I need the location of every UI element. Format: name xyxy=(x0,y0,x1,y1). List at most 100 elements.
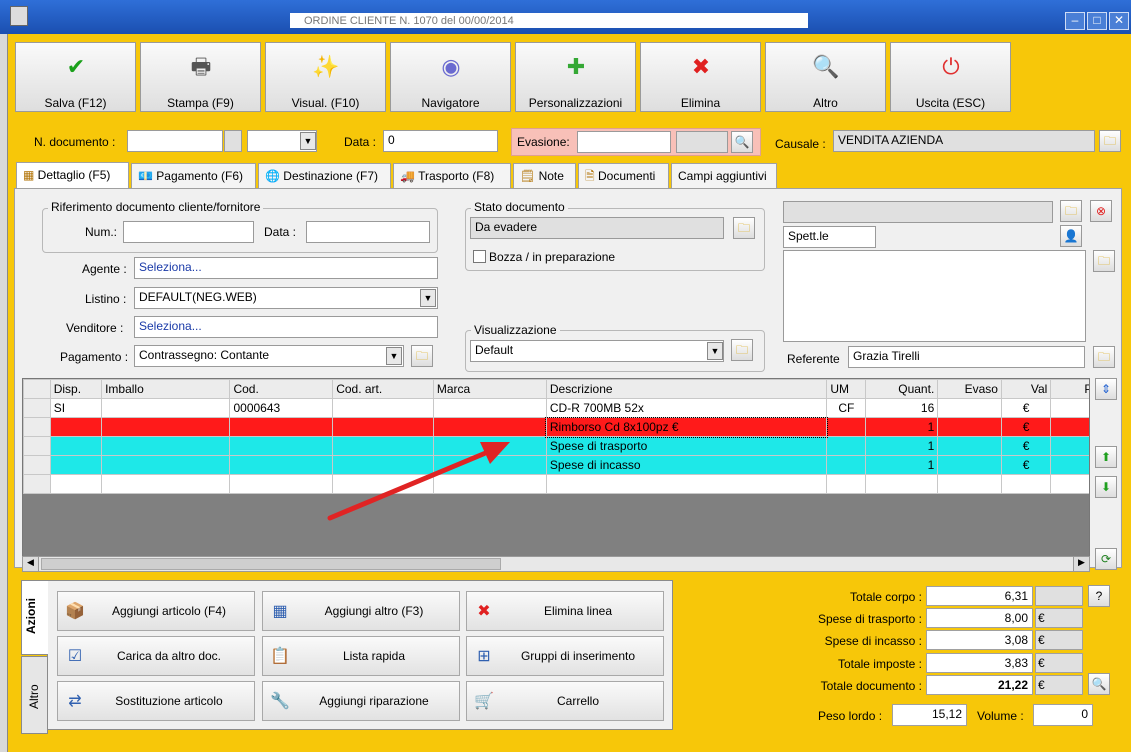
cell-descr[interactable]: CD-R 700MB 52x xyxy=(545,398,828,418)
toolbar-button-6[interactable]: 🔍 Altro xyxy=(765,42,886,112)
evasione-extra-field[interactable] xyxy=(676,131,728,153)
visual-folder-button[interactable]: 🗀 xyxy=(731,339,753,361)
cell-cod[interactable]: 0000643 xyxy=(229,398,334,418)
customer-name-field[interactable] xyxy=(783,201,1053,223)
pagamento-folder-button[interactable]: 🗀 xyxy=(411,345,433,367)
tab-5[interactable]: 🗎 Documenti xyxy=(578,163,669,189)
tab-6[interactable]: Campi aggiuntivi xyxy=(671,163,777,189)
column-header[interactable]: Val xyxy=(1000,379,1052,399)
row-down-button[interactable]: ⬇ xyxy=(1095,476,1117,498)
tab-0[interactable]: ▦ Dettaglio (F5) xyxy=(16,162,129,190)
agente-field[interactable]: Seleziona... xyxy=(134,257,438,279)
cell-imballo[interactable] xyxy=(101,474,231,494)
cell-evaso[interactable] xyxy=(937,474,1002,494)
cell-disp[interactable] xyxy=(49,455,103,475)
spese-trasporto-value[interactable]: 8,00 xyxy=(926,608,1033,628)
stato-field[interactable]: Da evadere xyxy=(470,217,724,239)
app-icon[interactable] xyxy=(10,6,28,26)
cell-descr[interactable]: Rimborso Cd 8x100pz € xyxy=(545,416,828,438)
contact-button[interactable]: 👤 xyxy=(1060,225,1082,247)
close-window-button[interactable]: ✕ xyxy=(1109,12,1129,30)
address-folder-button[interactable]: 🗀 xyxy=(1093,250,1115,272)
spett-field[interactable]: Spett.le xyxy=(783,226,876,248)
cell-quant[interactable] xyxy=(865,474,939,494)
cell-cod[interactable] xyxy=(229,455,334,475)
column-header[interactable]: Prez xyxy=(1050,379,1089,399)
visual-select[interactable]: Default xyxy=(470,340,724,362)
cell-evaso[interactable] xyxy=(937,398,1002,418)
tab-4[interactable]: 🗒 Note xyxy=(513,163,576,189)
row-selector[interactable] xyxy=(23,455,51,475)
rif-data-field[interactable] xyxy=(306,221,430,243)
table-row[interactable]: Rimborso Cd 8x100pz € 1 € xyxy=(23,416,1089,438)
causale-field[interactable]: VENDITA AZIENDA xyxy=(833,130,1095,152)
cell-disp[interactable] xyxy=(49,436,103,456)
toolbar-button-1[interactable]: 🖶 Stampa (F9) xyxy=(140,42,261,112)
column-header[interactable]: Cod. xyxy=(229,379,334,399)
row-up-button[interactable]: ⬆ xyxy=(1095,446,1117,468)
row-selector[interactable] xyxy=(23,417,51,437)
table-row[interactable]: Spese di incasso 1 €3, xyxy=(23,455,1089,475)
volume-value[interactable]: 0 xyxy=(1033,704,1093,726)
action-button-7[interactable]: 🔧 Aggiungi riparazione xyxy=(262,681,460,721)
table-row[interactable] xyxy=(23,474,1089,494)
tab-3[interactable]: 🚚 Trasporto (F8) xyxy=(393,163,511,189)
toolbar-button-4[interactable]: ✚ Personalizzazioni xyxy=(515,42,636,112)
horizontal-scrollbar[interactable]: ◀ ▶ xyxy=(22,556,1090,572)
action-button-1[interactable]: ▦ Aggiungi altro (F3) xyxy=(262,591,460,631)
cell-um[interactable] xyxy=(826,436,867,456)
customer-clear-button[interactable]: ⊗ xyxy=(1090,200,1112,222)
row-selector[interactable] xyxy=(23,398,51,418)
action-button-5[interactable]: ⊞ Gruppi di inserimento xyxy=(466,636,664,676)
cell-quant[interactable]: 1 xyxy=(865,455,939,475)
cell-quant[interactable]: 16 xyxy=(865,398,939,418)
evasione-search-button[interactable]: 🔍 xyxy=(731,131,753,153)
action-button-2[interactable]: ✖ Elimina linea xyxy=(466,591,664,631)
address-field[interactable] xyxy=(783,250,1086,342)
cell-imballo[interactable] xyxy=(101,417,231,437)
help-button[interactable]: ? xyxy=(1088,585,1110,607)
cell-val[interactable]: € xyxy=(1000,398,1052,418)
cell-val[interactable]: € xyxy=(1000,455,1052,475)
cell-disp[interactable]: SI xyxy=(49,398,103,418)
table-row[interactable]: SI 0000643 CD-R 700MB 52xCF16 €8, xyxy=(23,398,1089,418)
cell-prez[interactable]: 8, xyxy=(1050,436,1089,456)
referente-field[interactable]: Grazia Tirelli xyxy=(848,346,1085,368)
cell-prez[interactable]: 3, xyxy=(1050,455,1089,475)
cell-disp[interactable] xyxy=(49,474,103,494)
cell-marca[interactable] xyxy=(432,398,547,418)
cell-val[interactable] xyxy=(1000,474,1052,494)
cell-val[interactable]: € xyxy=(1000,436,1052,456)
chevron-down-icon[interactable]: ▼ xyxy=(300,132,316,150)
stato-folder-button[interactable]: 🗀 xyxy=(733,217,755,239)
cell-um[interactable] xyxy=(826,455,867,475)
action-button-4[interactable]: 📋 Lista rapida xyxy=(262,636,460,676)
column-header[interactable]: Descrizione xyxy=(545,379,828,399)
cell-evaso[interactable] xyxy=(937,417,1002,437)
cell-quant[interactable]: 1 xyxy=(865,417,939,437)
total-zoom-button[interactable]: 🔍 xyxy=(1088,673,1110,695)
column-header[interactable]: Disp. xyxy=(49,379,103,399)
column-header[interactable]: Cod. art. xyxy=(332,379,434,399)
cell-quant[interactable]: 1 xyxy=(865,436,939,456)
cell-codart[interactable] xyxy=(332,398,434,418)
cell-imballo[interactable] xyxy=(101,436,231,456)
scroll-left-icon[interactable]: ◀ xyxy=(23,557,39,571)
ndoc-number-field[interactable] xyxy=(127,130,223,152)
refresh-button[interactable]: ⟳ xyxy=(1095,548,1117,570)
cell-disp[interactable] xyxy=(49,417,103,437)
venditore-field[interactable]: Seleziona... xyxy=(134,316,438,338)
cell-prez[interactable]: 8, xyxy=(1050,398,1089,418)
action-button-3[interactable]: ☑ Carica da altro doc. xyxy=(57,636,255,676)
toolbar-button-0[interactable]: ✔ Salva (F12) xyxy=(15,42,136,112)
cell-um[interactable] xyxy=(826,417,867,437)
chevron-down-icon[interactable]: ▼ xyxy=(707,342,723,360)
action-button-6[interactable]: ⇄ Sostituzione articolo xyxy=(57,681,255,721)
column-header[interactable]: Quant. xyxy=(865,379,939,399)
pagamento-select[interactable]: Contrassegno: Contante xyxy=(134,345,404,367)
ndoc-suffix-field[interactable] xyxy=(224,130,242,152)
row-selector[interactable] xyxy=(23,436,51,456)
cell-imballo[interactable] xyxy=(101,398,231,418)
totale-imposte-value[interactable]: 3,83 xyxy=(926,653,1033,673)
column-header[interactable]: Imballo xyxy=(101,379,231,399)
